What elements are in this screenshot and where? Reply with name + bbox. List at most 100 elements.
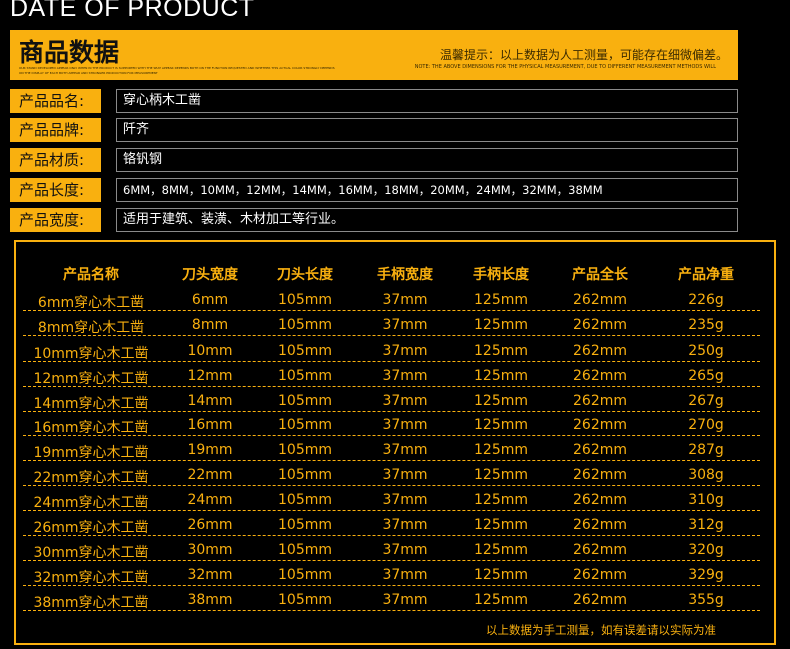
table-header-cell: 手柄长度 <box>473 267 529 283</box>
table-cell: 105mm <box>278 592 332 608</box>
banner-tip: 温馨提示：以上数据为人工测量，可能存在细微偏差。 <box>439 48 728 62</box>
table-cell: 105mm <box>278 317 332 333</box>
table-cell: 105mm <box>278 517 332 533</box>
table-cell: 262mm <box>573 417 627 433</box>
table-cell: 37mm <box>382 592 428 608</box>
table-cell: 125mm <box>474 343 528 359</box>
table-cell: 125mm <box>474 542 528 558</box>
spec-label: 产品品牌: <box>10 118 101 142</box>
spec-row: 产品宽度: 适用于建筑、装潢、木材加工等行业。 <box>10 208 738 232</box>
row-divider <box>23 560 760 561</box>
table-cell: 262mm <box>573 393 627 409</box>
table-cell: 32mm穿心木工凿 <box>33 570 149 586</box>
table-cell: 37mm <box>382 417 428 433</box>
table-cell: 312g <box>688 517 724 533</box>
table-cell: 287g <box>688 442 724 458</box>
row-divider <box>23 585 760 586</box>
row-divider <box>23 535 760 536</box>
table-cell: 125mm <box>474 567 528 583</box>
table-cell: 262mm <box>573 542 627 558</box>
table-cell: 105mm <box>278 368 332 384</box>
product-data-banner: 商品数据 OUR STAND DEVELOPED APPEAR ONLY WHE… <box>10 30 738 80</box>
banner-tip-english: NOTE: THE ABOVE DIMENSIONS FOR THE PHYSI… <box>414 64 716 70</box>
banner-fine-print: OUR STAND DEVELOPED APPEAR ONLY WHEN IN … <box>19 66 335 75</box>
table-cell: 105mm <box>278 467 332 483</box>
table-cell: 38mm <box>187 592 233 608</box>
table-cell: 30mm <box>187 542 233 558</box>
table-cell: 8mm <box>191 317 229 333</box>
table-cell: 262mm <box>573 517 627 533</box>
table-cell: 262mm <box>573 317 627 333</box>
row-divider <box>23 335 760 336</box>
table-cell: 308g <box>688 467 724 483</box>
table-cell: 37mm <box>382 393 428 409</box>
table-header-cell: 刀头宽度 <box>182 267 238 283</box>
measurement-footnote: 以上数据为手工测量，如有误差请以实际为准 <box>486 623 716 637</box>
table-cell: 10mm <box>187 343 233 359</box>
table-cell: 37mm <box>382 292 428 308</box>
table-cell: 125mm <box>474 492 528 508</box>
table-cell: 32mm <box>187 567 233 583</box>
table-cell: 310g <box>688 492 724 508</box>
table-cell: 320g <box>688 542 724 558</box>
row-divider <box>23 310 760 311</box>
row-divider <box>23 361 760 362</box>
table-cell: 26mm穿心木工凿 <box>33 520 149 536</box>
row-divider <box>23 435 760 436</box>
table-cell: 262mm <box>573 592 627 608</box>
table-cell: 37mm <box>382 542 428 558</box>
table-cell: 125mm <box>474 317 528 333</box>
spec-label: 产品材质: <box>10 148 101 172</box>
row-divider <box>23 485 760 486</box>
table-cell: 14mm穿心木工凿 <box>33 396 149 412</box>
table-cell: 226g <box>688 292 724 308</box>
page-heading: DATE OF PRODUCT <box>10 0 255 22</box>
banner-title: 商品数据 <box>19 38 120 67</box>
table-cell: 37mm <box>382 442 428 458</box>
spec-label: 产品品名: <box>10 89 101 113</box>
table-cell: 329g <box>688 567 724 583</box>
table-header-cell: 刀头长度 <box>277 267 333 283</box>
table-cell: 250g <box>688 343 724 359</box>
table-cell: 24mm穿心木工凿 <box>33 495 149 511</box>
table-cell: 355g <box>688 592 724 608</box>
table-cell: 125mm <box>474 467 528 483</box>
table-cell: 125mm <box>474 368 528 384</box>
row-divider <box>23 610 760 611</box>
table-cell: 105mm <box>278 417 332 433</box>
table-cell: 10mm穿心木工凿 <box>33 346 149 362</box>
table-header-cell: 手柄宽度 <box>377 267 433 283</box>
table-cell: 37mm <box>382 343 428 359</box>
table-cell: 262mm <box>573 492 627 508</box>
table-header-cell: 产品名称 <box>63 267 119 283</box>
table-cell: 12mm <box>187 368 233 384</box>
table-cell: 37mm <box>382 567 428 583</box>
table-cell: 105mm <box>278 442 332 458</box>
table-cell: 19mm <box>187 442 233 458</box>
table-cell: 37mm <box>382 517 428 533</box>
spec-label: 产品宽度: <box>10 208 101 232</box>
table-cell: 6mm穿心木工凿 <box>37 295 145 311</box>
spec-value: 6MM，8MM，10MM，12MM，14MM，16MM，18MM，20MM，24… <box>116 178 738 202</box>
spec-value: 穿心柄木工凿 <box>116 89 738 113</box>
table-cell: 125mm <box>474 592 528 608</box>
table-cell: 22mm穿心木工凿 <box>33 470 149 486</box>
table-cell: 262mm <box>573 567 627 583</box>
table-cell: 16mm穿心木工凿 <box>33 420 149 436</box>
table-cell: 105mm <box>278 567 332 583</box>
table-cell: 105mm <box>278 492 332 508</box>
table-cell: 14mm <box>187 393 233 409</box>
table-cell: 265g <box>688 368 724 384</box>
table-cell: 125mm <box>474 417 528 433</box>
spec-value: 铬钒钢 <box>116 148 738 172</box>
table-cell: 235g <box>688 317 724 333</box>
spec-row: 产品长度: 6MM，8MM，10MM，12MM，14MM，16MM，18MM，20… <box>10 178 738 202</box>
table-cell: 37mm <box>382 492 428 508</box>
table-cell: 105mm <box>278 343 332 359</box>
table-cell: 105mm <box>278 393 332 409</box>
table-cell: 262mm <box>573 368 627 384</box>
table-cell: 105mm <box>278 542 332 558</box>
table-cell: 24mm <box>187 492 233 508</box>
table-cell: 22mm <box>187 467 233 483</box>
spec-row: 产品品牌: 阡齐 <box>10 118 738 142</box>
